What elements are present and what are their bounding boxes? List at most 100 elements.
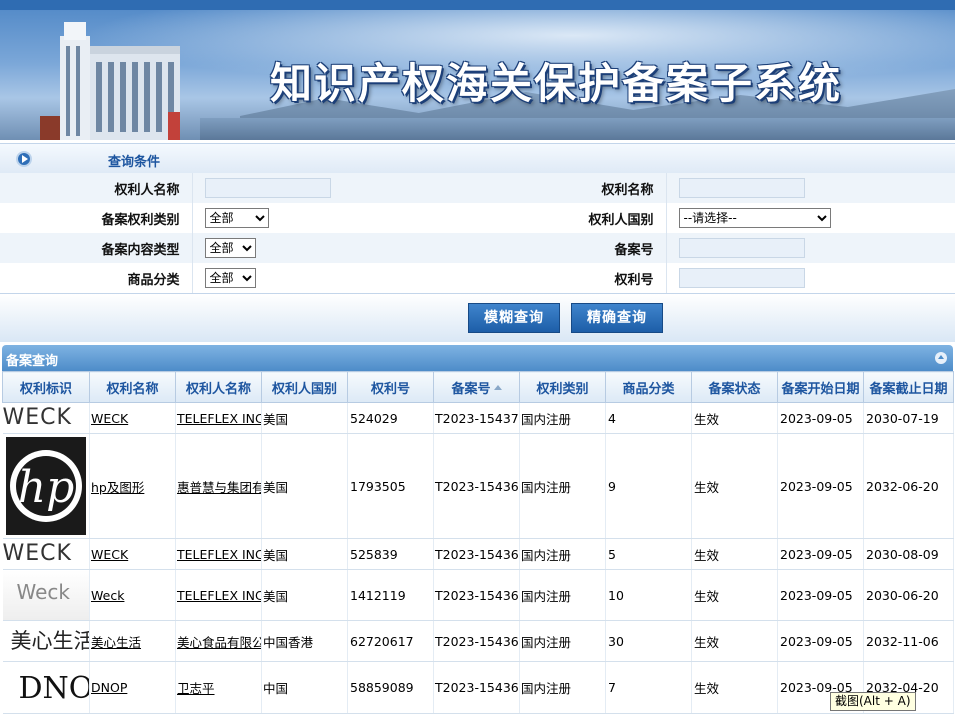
right-no-cell: 525839 (347, 538, 434, 570)
content-type-select[interactable]: 全部 (204, 238, 256, 258)
header-banner: 知识产权海关保护备案子系统 (0, 0, 955, 140)
type-cell: 国内注册 (519, 661, 606, 714)
country-cell: 美国 (261, 402, 348, 434)
system-title: 知识产权海关保护备案子系统 (270, 59, 843, 108)
country-cell: 美国 (261, 433, 348, 539)
customs-building-image (40, 22, 180, 140)
start-date-cell: 2023-09-05 (777, 402, 864, 434)
right-holder-name-input[interactable] (204, 178, 331, 198)
col-header[interactable]: 备案截止日期 (863, 371, 954, 403)
table-row: WECK WECK TELEFLEX INCORPORATED 美国 52583… (2, 538, 954, 570)
right-no-cell: 58859089 (347, 661, 434, 714)
col-header[interactable]: 权利标识 (2, 371, 90, 403)
right-type-select[interactable]: 全部 (204, 208, 269, 228)
right-no-cell: 62720617 (347, 620, 434, 662)
query-header: 查询条件 (0, 143, 955, 173)
goods-cell: 10 (605, 569, 692, 621)
status-cell: 生效 (691, 620, 778, 662)
results-header: 备案查询 (2, 345, 953, 371)
table-row: DNOP DNOP 卫志平 中国 58859089 T2023-15436 国内… (2, 661, 954, 714)
trademark-logo: 美心生活 (10, 629, 89, 653)
col-header[interactable]: 权利人国别 (261, 371, 348, 403)
col-header[interactable]: 权利名称 (89, 371, 176, 403)
goods-cell: 7 (605, 661, 692, 714)
trademark-logo: Weck (2, 570, 89, 620)
country-cell: 美国 (261, 569, 348, 621)
holder-country-select[interactable]: --请选择-- (678, 208, 831, 228)
table-row: 美心生活 美心生活 美心食品有限公司 中国香港 62720617 T2023-1… (2, 620, 954, 662)
country-cell: 中国 (261, 661, 348, 714)
status-cell: 生效 (691, 661, 778, 714)
right-name-input[interactable] (678, 178, 805, 198)
right-name-link[interactable]: DNOP (91, 680, 127, 695)
trademark-logo: WECK (2, 540, 89, 568)
holder-name-link[interactable]: 美心食品有限公司 (177, 635, 261, 650)
sort-ascending-icon[interactable] (493, 384, 502, 390)
results-header-title: 备案查询 (6, 354, 59, 369)
query-button-bar: 模糊查询 精确查询 (0, 294, 955, 342)
banner-top-strip (0, 0, 955, 10)
record-no-cell: T2023-15436 (433, 661, 520, 714)
holder-name-link[interactable]: TELEFLEX INCORPORATED (177, 547, 261, 562)
record-no-cell: T2023-15436 (433, 538, 520, 570)
goods-class-label: 商品分类 (0, 263, 192, 293)
holder-name-link[interactable]: TELEFLEX INCORPORATED (177, 411, 261, 426)
col-header[interactable]: 商品分类 (605, 371, 692, 403)
query-form: 权利人名称 权利名称 备案权利类别 全部 权利人国别 --请选择-- 备案内容类… (0, 173, 955, 293)
trademark-logo: DNOP (18, 670, 89, 706)
record-no-cell: T2023-15437 (433, 402, 520, 434)
goods-cell: 9 (605, 433, 692, 539)
screenshot-tooltip: 截图(Alt + A) (830, 692, 916, 711)
fuzzy-search-button[interactable]: 模糊查询 (468, 303, 560, 333)
end-date-cell: 2030-06-20 (863, 569, 954, 621)
status-cell: 生效 (691, 538, 778, 570)
hp-logo-icon: hp (5, 437, 86, 535)
content-type-label: 备案内容类型 (0, 233, 192, 263)
right-no-input[interactable] (678, 268, 805, 288)
collapse-icon[interactable] (935, 352, 947, 364)
exact-search-button[interactable]: 精确查询 (571, 303, 663, 333)
right-holder-name-label: 权利人名称 (0, 173, 192, 203)
expand-arrow-icon[interactable] (16, 151, 32, 167)
right-name-label: 权利名称 (472, 173, 666, 203)
right-name-link[interactable]: hp及图形 (91, 480, 144, 495)
start-date-cell: 2023-09-05 (777, 433, 864, 539)
country-cell: 中国香港 (261, 620, 348, 662)
table-row: Weck Weck TELEFLEX INCORPORATED 美国 14121… (2, 569, 954, 621)
start-date-cell: 2023-09-05 (777, 569, 864, 621)
holder-name-link[interactable]: 卫志平 (177, 681, 215, 696)
goods-cell: 5 (605, 538, 692, 570)
col-header[interactable]: 备案开始日期 (777, 371, 864, 403)
col-header[interactable]: 备案状态 (691, 371, 778, 403)
table-row: hp hp及图形 惠普慧与集团有限公司 美国 1793505 T2023-154… (2, 433, 954, 539)
col-header[interactable]: 权利人名称 (175, 371, 262, 403)
goods-class-select[interactable]: 全部 (204, 268, 256, 288)
status-cell: 生效 (691, 569, 778, 621)
record-no-cell: T2023-15436 (433, 433, 520, 539)
right-name-link[interactable]: WECK (91, 411, 128, 426)
right-no-cell: 1793505 (347, 433, 434, 539)
record-no-input[interactable] (678, 238, 805, 258)
table-row: WECK WECK TELEFLEX INCORPORATED 美国 52402… (2, 402, 954, 434)
hp-logo-text: hp (17, 462, 74, 513)
col-header-sortable[interactable]: 备案号 (433, 371, 520, 403)
type-cell: 国内注册 (519, 433, 606, 539)
col-header[interactable]: 权利号 (347, 371, 434, 403)
col-header[interactable]: 权利类别 (519, 371, 606, 403)
col-header-label: 备案号 (451, 381, 491, 397)
end-date-cell: 2030-08-09 (863, 538, 954, 570)
holder-name-link[interactable]: TELEFLEX INCORPORATED (177, 588, 261, 603)
record-no-cell: T2023-15436 (433, 569, 520, 621)
right-no-label: 权利号 (472, 263, 666, 293)
holder-name-link[interactable]: 惠普慧与集团有限公司 (177, 480, 261, 495)
right-name-link[interactable]: 美心生活 (91, 635, 141, 650)
type-cell: 国内注册 (519, 620, 606, 662)
status-cell: 生效 (691, 402, 778, 434)
right-name-link[interactable]: WECK (91, 547, 128, 562)
goods-cell: 4 (605, 402, 692, 434)
right-name-link[interactable]: Weck (91, 588, 124, 603)
banner-water (200, 118, 955, 140)
trademark-logo: WECK (2, 404, 89, 432)
right-no-cell: 524029 (347, 402, 434, 434)
type-cell: 国内注册 (519, 569, 606, 621)
